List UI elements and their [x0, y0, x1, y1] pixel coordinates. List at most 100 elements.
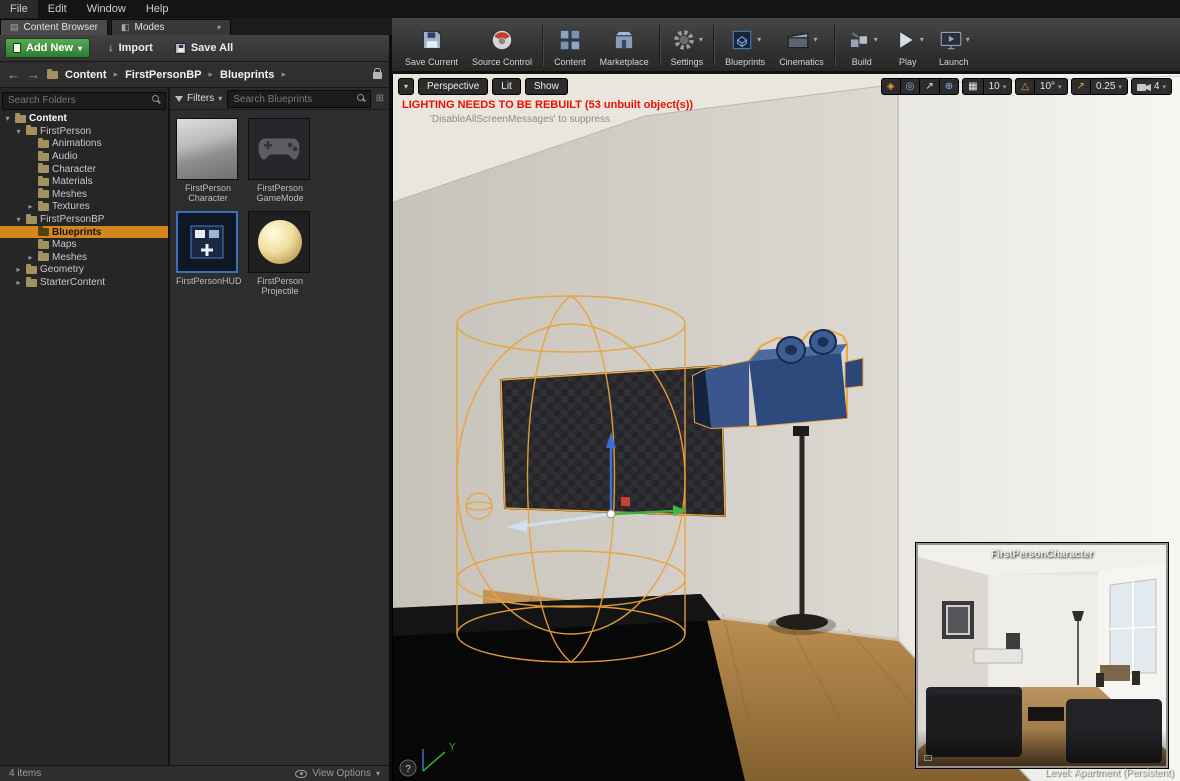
menu-help[interactable]: Help — [136, 0, 179, 18]
tree-item-firstperson[interactable]: ▾ FirstPerson — [0, 125, 168, 138]
expander-icon[interactable]: ▸ — [26, 202, 35, 211]
asset-firstperson-gamemode[interactable]: FirstPerson GameMode — [248, 118, 312, 203]
expander-icon[interactable]: ▸ — [14, 278, 23, 287]
asset-firstperson-projectile[interactable]: FirstPerson Projectile — [248, 211, 312, 296]
scale-snap-toggle[interactable]: ↗ — [1072, 79, 1091, 94]
tree-item-materials[interactable]: Materials — [0, 175, 168, 188]
show-button[interactable]: Show — [524, 78, 568, 95]
chevron-down-icon[interactable]: ▾ — [920, 35, 924, 44]
asset-thumbnail[interactable] — [176, 118, 238, 180]
build-button[interactable]: ▾ Build — [839, 20, 885, 71]
grid-snap-label: 10 — [988, 81, 1000, 92]
world-local-button[interactable]: ⊕ — [940, 79, 958, 94]
help-button[interactable]: ? — [399, 759, 417, 777]
expander-icon[interactable]: ▸ — [14, 265, 23, 274]
chevron-down-icon[interactable]: ▾ — [874, 35, 878, 44]
tree-item-startercontent[interactable]: ▸ StarterContent — [0, 276, 168, 289]
folder-icon — [47, 68, 58, 79]
scale-snap-value[interactable]: 0.25 ▾ — [1091, 79, 1127, 94]
add-new-button[interactable]: Add New ▾ — [5, 38, 91, 58]
lighting-warning: LIGHTING NEEDS TO BE REBUILT (53 unbuilt… — [402, 99, 694, 111]
tree-item-meshes-bp[interactable]: ▸ Meshes — [0, 251, 168, 264]
menu-file[interactable]: File — [0, 0, 38, 18]
menu-window[interactable]: Window — [77, 0, 136, 18]
expander-icon[interactable]: ▾ — [14, 215, 23, 224]
asset-thumbnail[interactable] — [176, 211, 238, 273]
grid-snap-value[interactable]: 10 ▾ — [984, 79, 1012, 94]
content-browser-toolbar: Add New ▾ ↓ Import Save All — [0, 35, 389, 62]
forward-button[interactable]: → — [27, 67, 40, 82]
save-icon — [422, 30, 441, 49]
breadcrumb-blueprints[interactable]: Blueprints — [220, 69, 274, 81]
tree-item-maps[interactable]: Maps — [0, 238, 168, 251]
breadcrumb-content[interactable]: Content — [65, 69, 107, 81]
lock-icon[interactable] — [373, 66, 382, 84]
tree-item-geometry[interactable]: ▸ Geometry — [0, 263, 168, 277]
maximize-button[interactable]: ↗ — [920, 79, 940, 94]
button-label: Launch — [938, 56, 969, 67]
asset-firstperson-character[interactable]: FirstPerson Character — [176, 118, 240, 203]
back-button[interactable]: ← — [7, 67, 20, 82]
tab-content-browser[interactable]: ▤ Content Browser — [0, 19, 108, 35]
source-control-button[interactable]: Source Control — [465, 20, 539, 71]
lit-button[interactable]: Lit — [492, 78, 521, 95]
chevron-down-icon[interactable]: ▾ — [813, 35, 817, 44]
expander-icon[interactable]: ▾ — [14, 127, 23, 136]
import-button[interactable]: ↓ Import — [104, 38, 157, 58]
filters-button[interactable]: Filters ▾ — [175, 93, 222, 104]
tree-item-animations[interactable]: Animations — [0, 137, 168, 151]
breadcrumb-firstpersonbp[interactable]: FirstPersonBP — [125, 69, 201, 81]
settings-button[interactable]: ▾ Settings — [664, 20, 711, 71]
search-assets-input[interactable] — [227, 90, 371, 109]
surface-snap-button[interactable]: ◈ — [882, 79, 901, 94]
expander-icon[interactable]: ▾ — [3, 114, 12, 123]
cinematics-button[interactable]: ▾ Cinematics — [772, 20, 831, 71]
play-icon — [898, 29, 915, 50]
tree-item-textures[interactable]: ▸ Textures — [0, 200, 168, 214]
camera-preview[interactable]: FirstPersonCharacter — [916, 543, 1168, 768]
viewport-options-button[interactable]: ▾ — [398, 78, 415, 95]
play-button[interactable]: ▾ Play — [885, 20, 931, 71]
tree-item-label: Maps — [52, 239, 77, 251]
perspective-button[interactable]: Perspective — [418, 78, 489, 95]
tree-item-blueprints[interactable]: Blueprints — [0, 225, 168, 239]
question-icon: ? — [405, 764, 411, 775]
chevron-down-icon[interactable]: ▾ — [699, 35, 703, 44]
save-all-button[interactable]: Save All — [171, 38, 237, 58]
search-folders-input[interactable] — [2, 91, 166, 110]
expander-icon[interactable]: ▸ — [26, 253, 35, 262]
button-label: Save All — [190, 42, 234, 54]
asset-firstpersonhud[interactable]: FirstPersonHUD — [176, 211, 242, 296]
menu-edit[interactable]: Edit — [38, 0, 77, 18]
rotation-snap-value[interactable]: 10° ▾ — [1035, 79, 1067, 94]
chevron-down-icon[interactable]: ▾ — [966, 35, 970, 44]
launch-button[interactable]: ▾ Launch — [931, 20, 977, 71]
save-current-button[interactable]: Save Current — [398, 20, 465, 71]
main-toolbar: Save Current Source Control Content Mark… — [392, 18, 1180, 74]
surface-snap-icon: ◈ — [886, 81, 895, 92]
marketplace-button[interactable]: Marketplace — [593, 20, 656, 71]
tree-item-label: Character — [52, 163, 96, 175]
settings-gear-icon — [674, 29, 694, 50]
breadcrumb-separator-icon: ▸ — [208, 69, 214, 79]
tree-item-firstpersonbp[interactable]: ▾ FirstPersonBP — [0, 213, 168, 226]
blueprints-button[interactable]: ▾ Blueprints — [718, 20, 772, 71]
rotation-snap-toggle[interactable]: △ — [1016, 79, 1035, 94]
tree-item-character[interactable]: Character — [0, 163, 168, 176]
view-options-button[interactable]: View Options ▾ — [295, 768, 380, 779]
camera-speed-button[interactable]: 4 ▾ — [1132, 79, 1171, 94]
chevron-down-icon: ▾ — [375, 769, 380, 778]
tree-item-audio[interactable]: Audio — [0, 150, 168, 163]
content-button[interactable]: Content — [547, 20, 593, 71]
asset-thumbnail[interactable] — [248, 211, 310, 273]
tree-item-content[interactable]: ▾ Content — [0, 112, 168, 126]
chevron-down-icon[interactable]: ▾ — [217, 23, 221, 32]
chevron-down-icon[interactable]: ▾ — [757, 35, 761, 44]
asset-thumbnail[interactable] — [248, 118, 310, 180]
save-search-button[interactable]: ⊞ — [376, 93, 384, 104]
asset-grid: FirstPerson Character FirstPerson GameMode — [170, 110, 389, 304]
tab-modes[interactable]: ◧ Modes ▾ — [111, 19, 231, 35]
tree-item-meshes[interactable]: Meshes — [0, 188, 168, 201]
grid-snap-toggle[interactable]: ▦ — [963, 79, 984, 94]
rotation-mode-button[interactable]: ◎ — [901, 79, 921, 94]
